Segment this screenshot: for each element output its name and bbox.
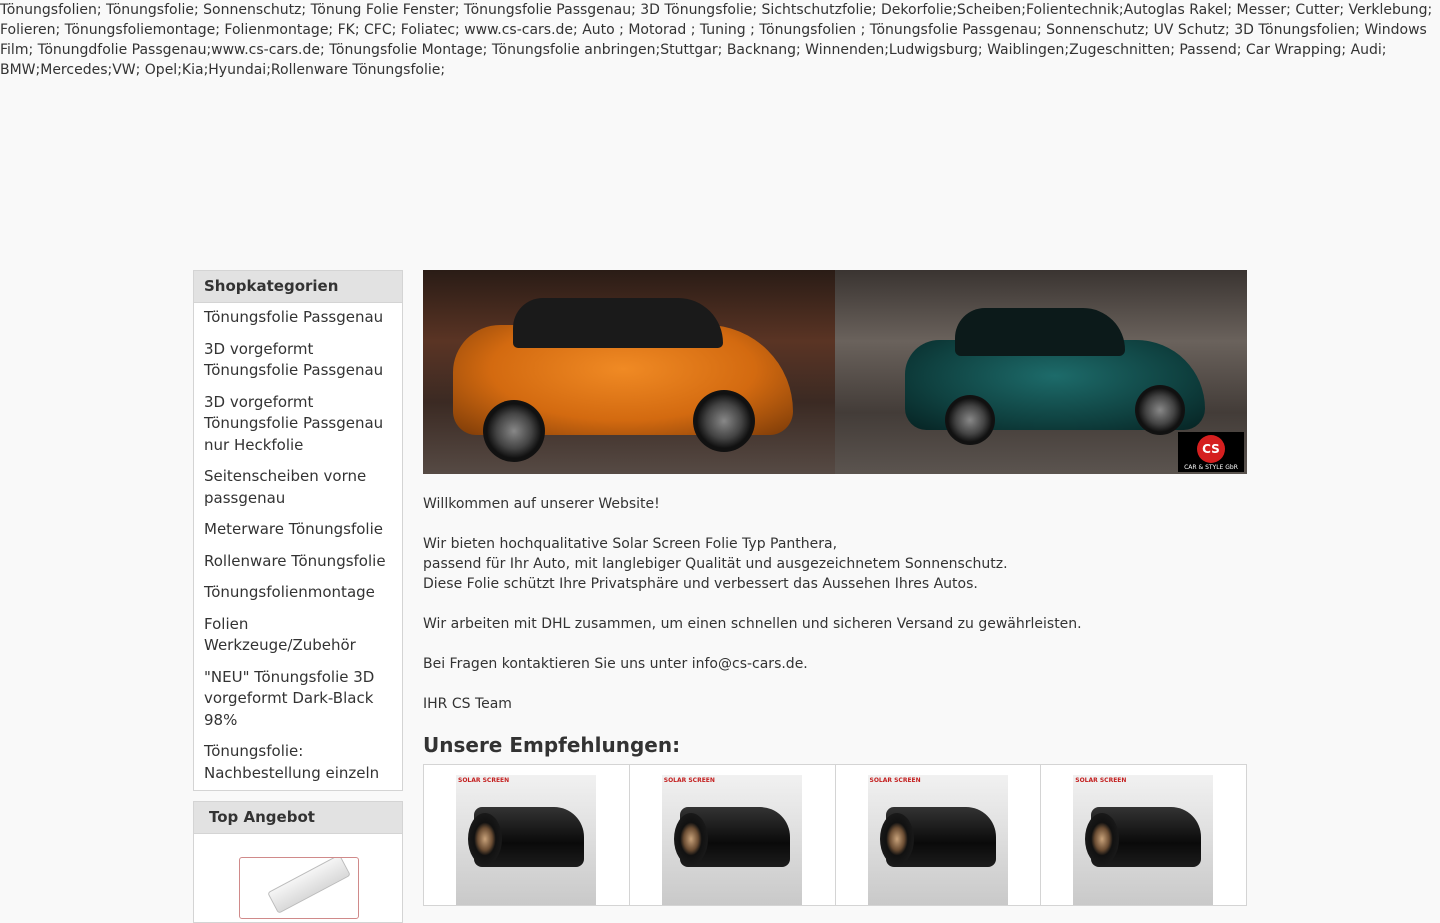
category-link[interactable]: Seitenscheiben vorne passgenau bbox=[194, 466, 402, 519]
wheel-icon bbox=[483, 400, 545, 462]
description-line: passend für Ihr Auto, mit langlebiger Qu… bbox=[423, 556, 1008, 572]
description-line: Wir bieten hochqualitative Solar Screen … bbox=[423, 536, 838, 552]
hero-banner: CS CAR & STYLE GbR bbox=[423, 270, 1247, 474]
category-link[interactable]: Folien Werkzeuge/Zubehör bbox=[194, 614, 402, 667]
product-image: SOLAR SCREEN bbox=[456, 775, 596, 905]
top-offer-box: Top Angebot bbox=[193, 801, 403, 923]
brand-label: SOLAR SCREEN bbox=[663, 777, 715, 784]
product-card[interactable]: SOLAR SCREEN bbox=[1040, 764, 1247, 906]
recommendations-grid: SOLAR SCREEN SOLAR SCREEN SOLAR SCREEN S… bbox=[423, 764, 1247, 906]
film-roll-end-shape bbox=[468, 813, 502, 865]
brand-label: SOLAR SCREEN bbox=[869, 777, 921, 784]
welcome-greeting: Willkommen auf unserer Website! bbox=[423, 496, 660, 512]
categories-box: Shopkategorien Tönungsfolie Passgenau 3D… bbox=[193, 270, 403, 791]
categories-title: Shopkategorien bbox=[194, 271, 402, 303]
category-list: Tönungsfolie Passgenau 3D vorgeformt Tön… bbox=[194, 303, 402, 790]
category-link[interactable]: Rollenware Tönungsfolie bbox=[194, 551, 402, 583]
car-window-shape bbox=[955, 308, 1125, 356]
recommendations-title: Unsere Empfehlungen: bbox=[423, 733, 681, 757]
category-link[interactable]: Meterware Tönungsfolie bbox=[194, 519, 402, 551]
logo-circle-icon: CS bbox=[1197, 435, 1225, 463]
film-roll-end-shape bbox=[879, 813, 914, 865]
welcome-text: Willkommen auf unserer Website! Wir biet… bbox=[423, 494, 1247, 714]
cs-logo: CS CAR & STYLE GbR bbox=[1178, 432, 1244, 472]
film-roll-end-shape bbox=[1085, 813, 1120, 865]
product-card[interactable]: SOLAR SCREEN bbox=[423, 764, 629, 906]
wheel-icon bbox=[693, 390, 755, 452]
welcome-description: Wir bieten hochqualitative Solar Screen … bbox=[423, 534, 1247, 594]
category-link[interactable]: 3D vorgeformt Tönungsfolie Passgenau bbox=[194, 339, 402, 392]
category-link[interactable]: "NEU" Tönungsfolie 3D vorgeformt Dark-Bl… bbox=[194, 667, 402, 742]
car-window-shape bbox=[513, 298, 723, 348]
category-link[interactable]: Tönungsfolie: Nachbestellung einzeln bbox=[194, 741, 402, 790]
shipping-info: Wir arbeiten mit DHL zusammen, um einen … bbox=[423, 616, 1082, 632]
product-image: SOLAR SCREEN bbox=[867, 775, 1008, 905]
signature: IHR CS Team bbox=[423, 696, 512, 712]
brand-label: SOLAR SCREEN bbox=[458, 777, 510, 784]
category-link[interactable]: Tönungsfolienmontage bbox=[194, 582, 402, 614]
sidebar: Shopkategorien Tönungsfolie Passgenau 3D… bbox=[193, 270, 403, 923]
top-offer-product-image[interactable] bbox=[239, 857, 359, 919]
teal-car-image: CS CAR & STYLE GbR bbox=[835, 270, 1247, 474]
product-image: SOLAR SCREEN bbox=[1073, 775, 1214, 905]
orange-car-image bbox=[423, 270, 835, 474]
category-link[interactable]: Tönungsfolie Passgenau bbox=[194, 307, 402, 339]
main-content: CS CAR & STYLE GbR Willkommen auf unsere… bbox=[423, 270, 1247, 906]
product-tube-icon bbox=[267, 858, 351, 914]
contact-info: Bei Fragen kontaktieren Sie uns unter in… bbox=[423, 656, 808, 672]
product-card[interactable]: SOLAR SCREEN bbox=[628, 764, 835, 906]
product-card[interactable]: SOLAR SCREEN bbox=[834, 764, 1041, 906]
category-link[interactable]: 3D vorgeformt Tönungsfolie Passgenau nur… bbox=[194, 392, 402, 467]
description-line: Diese Folie schützt Ihre Privatsphäre un… bbox=[423, 576, 978, 592]
logo-subtext: CAR & STYLE GbR bbox=[1184, 464, 1238, 471]
seo-keywords-text: Tönungsfolien; Tönungsfolie; Sonnenschut… bbox=[0, 2, 1433, 78]
brand-label: SOLAR SCREEN bbox=[1075, 777, 1127, 784]
product-image: SOLAR SCREEN bbox=[661, 775, 802, 905]
top-offer-title: Top Angebot bbox=[194, 802, 402, 834]
wheel-icon bbox=[1135, 385, 1185, 435]
film-roll-end-shape bbox=[673, 813, 708, 865]
wheel-icon bbox=[945, 395, 995, 445]
